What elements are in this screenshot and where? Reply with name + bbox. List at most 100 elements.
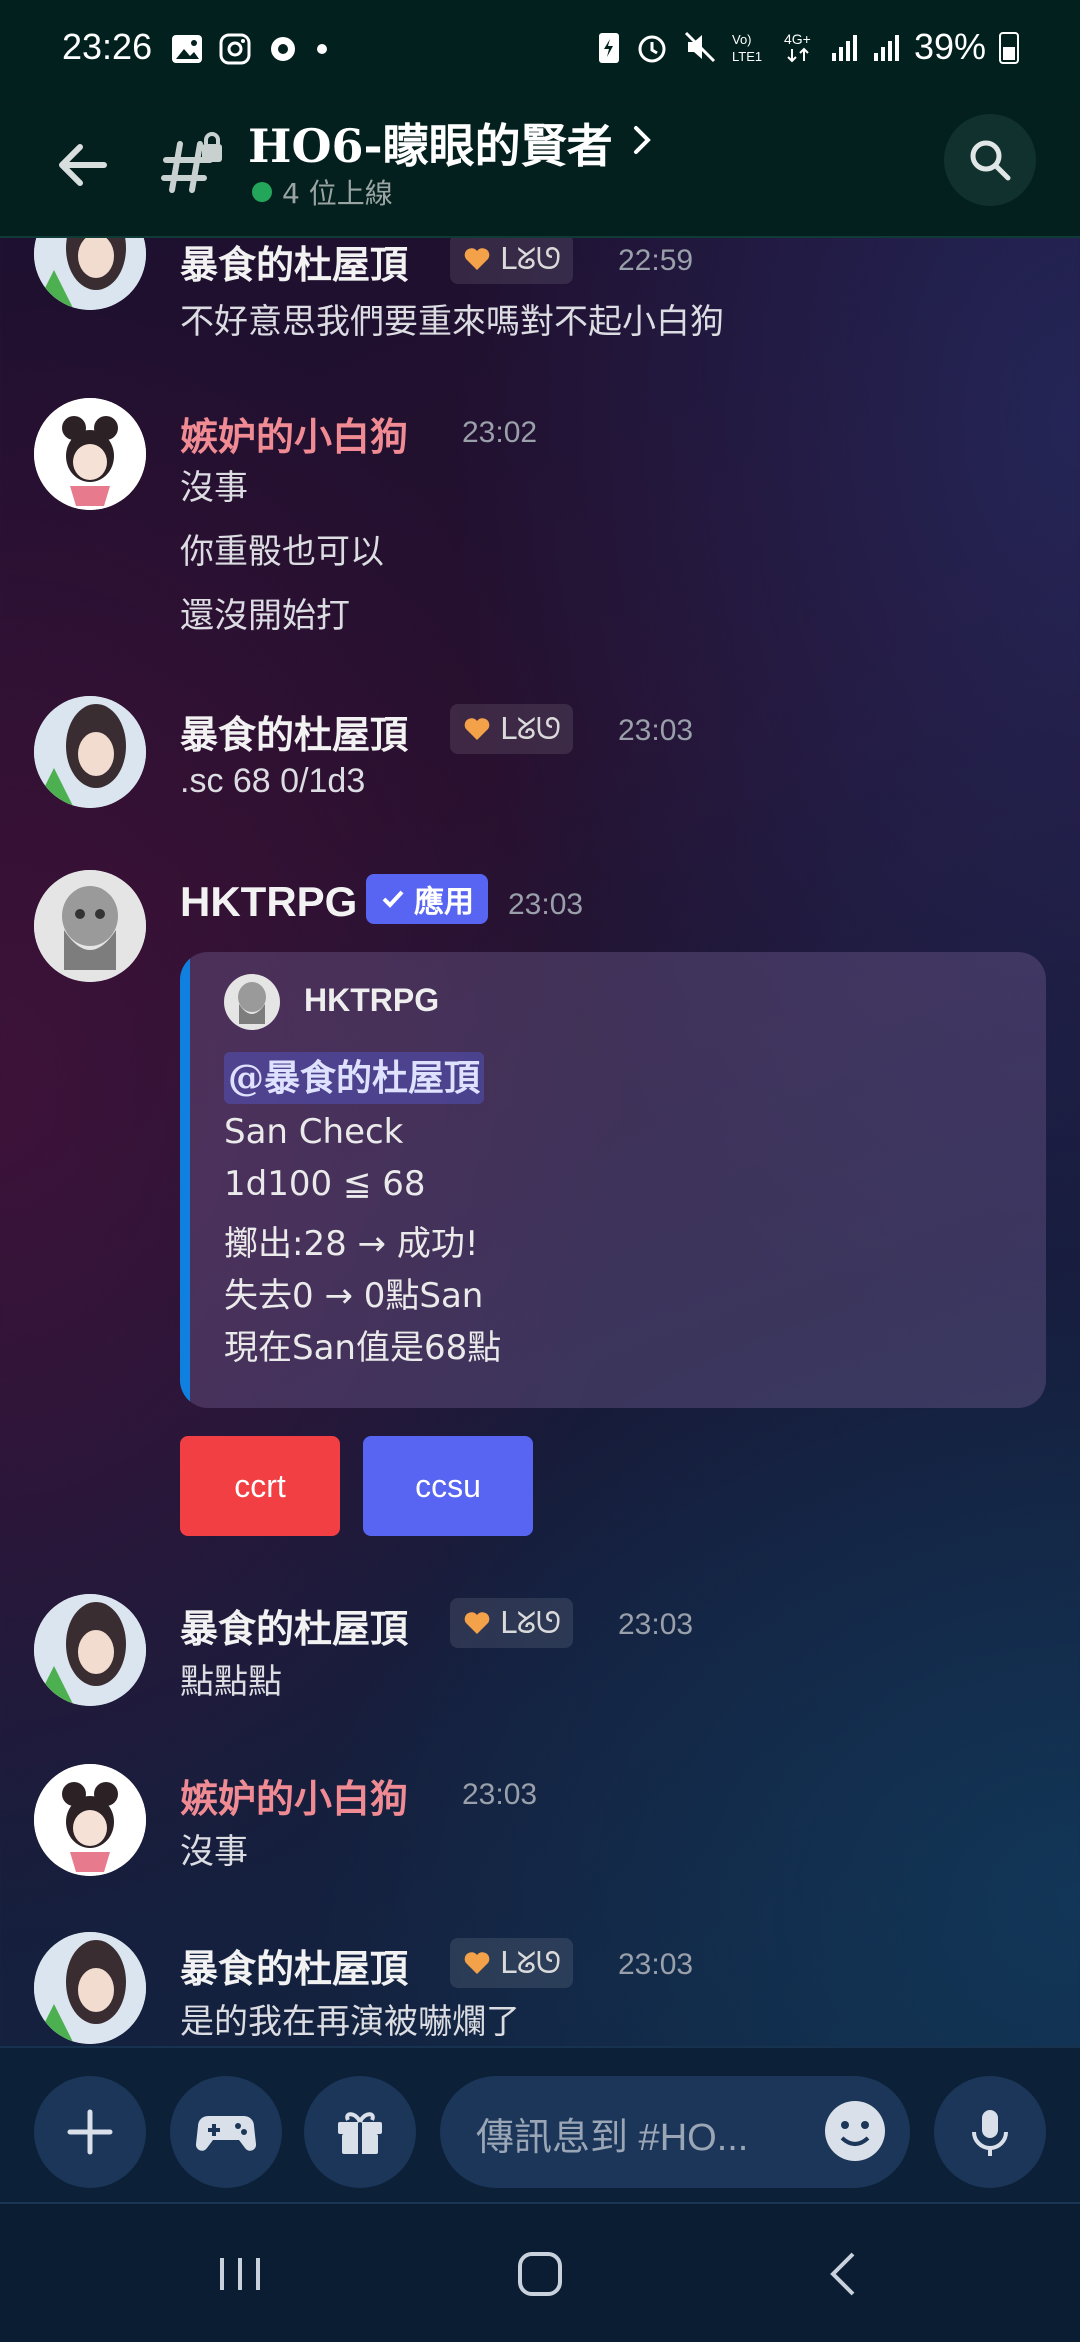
avatar[interactable] [34, 1932, 146, 2044]
online-count: 4 位上線 [252, 172, 393, 212]
embed-line: 1d100 ≦ 68 [224, 1164, 426, 1204]
message-author[interactable]: HKTRPG [180, 878, 357, 926]
search-icon [970, 140, 1011, 181]
message-text: 是的我在再演被嚇爛了 [180, 2002, 520, 2042]
svg-text:4G+: 4G+ [784, 31, 811, 47]
gamepad-icon [195, 2116, 257, 2151]
gallery-icon [172, 35, 202, 63]
message-text: 沒事 [180, 1832, 248, 1872]
avatar[interactable] [34, 1594, 146, 1706]
channel-header: HO6-矇眼的賢者 4 位上線 [0, 100, 1080, 238]
message-time: 23:03 [618, 1608, 694, 1641]
battery-icon [999, 32, 1019, 64]
message-author[interactable]: 暴食的杜屋頂 [180, 704, 408, 759]
arrow-left-icon [59, 144, 107, 186]
heart-icon [464, 248, 490, 270]
gift-button[interactable] [304, 2076, 416, 2188]
plus-icon [67, 2109, 113, 2155]
battery-percent: 39% [913, 26, 986, 67]
avatar[interactable] [34, 238, 146, 310]
user-tag-label: ᒪᘜᘎ [500, 1605, 562, 1641]
recent-apps-button[interactable] [210, 2244, 270, 2304]
signal-1-icon [831, 35, 857, 61]
message-input[interactable]: 傳訊息到 #HO... [440, 2076, 910, 2188]
search-button[interactable] [944, 114, 1036, 206]
message-author[interactable]: 暴食的杜屋頂 [180, 238, 408, 289]
svg-text:LTE1: LTE1 [732, 49, 762, 64]
activities-button[interactable] [170, 2076, 282, 2188]
embed-line: 失去0 → 0點San [224, 1276, 484, 1316]
message-time: 23:03 [462, 1778, 538, 1811]
message-text: 沒事 [180, 468, 248, 508]
emoji-button[interactable] [822, 2098, 888, 2164]
chevron-right-icon[interactable] [628, 120, 658, 160]
message-text: .sc 68 0/1d3 [180, 762, 366, 800]
instagram-icon [219, 33, 251, 65]
avatar[interactable] [34, 1764, 146, 1876]
message-author[interactable]: 嫉妒的小白狗 [180, 1768, 408, 1823]
home-icon [518, 2252, 562, 2296]
embed-author: HKTRPG [304, 982, 440, 1018]
message-input-placeholder: 傳訊息到 #HO... [476, 2117, 749, 2159]
ccsu-button[interactable]: ccsu [363, 1436, 533, 1536]
embed-line: 現在San值是68點 [224, 1328, 502, 1368]
notification-icons [170, 32, 330, 66]
embed-line: 擲出:28 → 成功! [224, 1224, 479, 1264]
bot-avatar[interactable] [34, 870, 146, 982]
message-composer: 傳訊息到 #HO... [0, 2046, 1080, 2204]
heart-icon [464, 1952, 490, 1974]
avatar[interactable] [34, 398, 146, 510]
gift-icon [338, 2112, 382, 2154]
message-text: 點點點 [180, 1662, 282, 1702]
message-time: 23:03 [508, 888, 584, 921]
message-author[interactable]: 暴食的杜屋頂 [180, 1938, 408, 1993]
message-time: 23:02 [462, 416, 538, 449]
message-text: 不好意思我們要重來嗎對不起小白狗 [180, 302, 724, 342]
more-notifications-dot-icon [317, 44, 327, 54]
embed-line: San Check [224, 1112, 404, 1152]
avatar[interactable] [34, 696, 146, 808]
user-tag-label: ᒪᘜᘎ [500, 1945, 562, 1981]
chevron-left-icon [830, 2252, 855, 2296]
message-text: 你重骰也可以 [180, 532, 384, 572]
embed-accent-bar [180, 952, 190, 1408]
bot-embed: HKTRPG @暴食的杜屋頂 San Check 1d100 ≦ 68 擲出:2… [180, 952, 1046, 1408]
online-count-label: 4 位上線 [282, 177, 393, 210]
status-time: 23:26 [62, 26, 153, 67]
signal-2-icon [873, 35, 899, 61]
message-author[interactable]: 暴食的杜屋頂 [180, 1598, 408, 1653]
message-list[interactable]: 暴食的杜屋頂 ᒪᘜᘎ 22:59 不好意思我們要重來嗎對不起小白狗 嫉妒的小白狗… [0, 238, 1080, 2044]
message-time: 23:03 [618, 714, 694, 747]
back-button[interactable] [48, 130, 118, 200]
online-dot-icon [252, 182, 272, 202]
alarm-icon [638, 35, 666, 63]
mute-icon [684, 31, 715, 63]
status-bar: 23:26 Vo) LTE1 4G+ 39% [0, 0, 1080, 100]
voice-message-button[interactable] [934, 2076, 1046, 2188]
message-author[interactable]: 嫉妒的小白狗 [180, 406, 408, 461]
4g-icon: 4G+ [784, 31, 811, 63]
message-time: 22:59 [618, 244, 694, 277]
heart-icon [464, 718, 490, 740]
system-back-button[interactable] [815, 2244, 875, 2304]
locked-channel-icon [158, 130, 228, 200]
app-badge: 應用 [366, 874, 488, 924]
volte-icon: Vo) LTE1 [732, 32, 762, 64]
microphone-icon [972, 2110, 1008, 2156]
check-icon [382, 890, 404, 908]
ccrt-button[interactable]: ccrt [180, 1436, 340, 1536]
settings-app-icon [271, 37, 295, 61]
message-text: 還沒開始打 [180, 596, 350, 636]
embed-author-avatar [224, 974, 280, 1030]
home-button[interactable] [510, 2244, 570, 2304]
system-navigation-bar [0, 2202, 1080, 2342]
svg-text:Vo): Vo) [732, 32, 752, 47]
recents-icon [220, 2258, 260, 2290]
system-icons: Vo) LTE1 4G+ 39% [596, 26, 1020, 68]
add-attachment-button[interactable] [34, 2076, 146, 2188]
channel-title[interactable]: HO6-矇眼的賢者 [248, 110, 613, 176]
mention[interactable]: @暴食的杜屋頂 [224, 1052, 485, 1104]
emoji-icon [825, 2101, 885, 2161]
message-time: 23:03 [618, 1948, 694, 1981]
battery-saver-icon [598, 33, 619, 63]
